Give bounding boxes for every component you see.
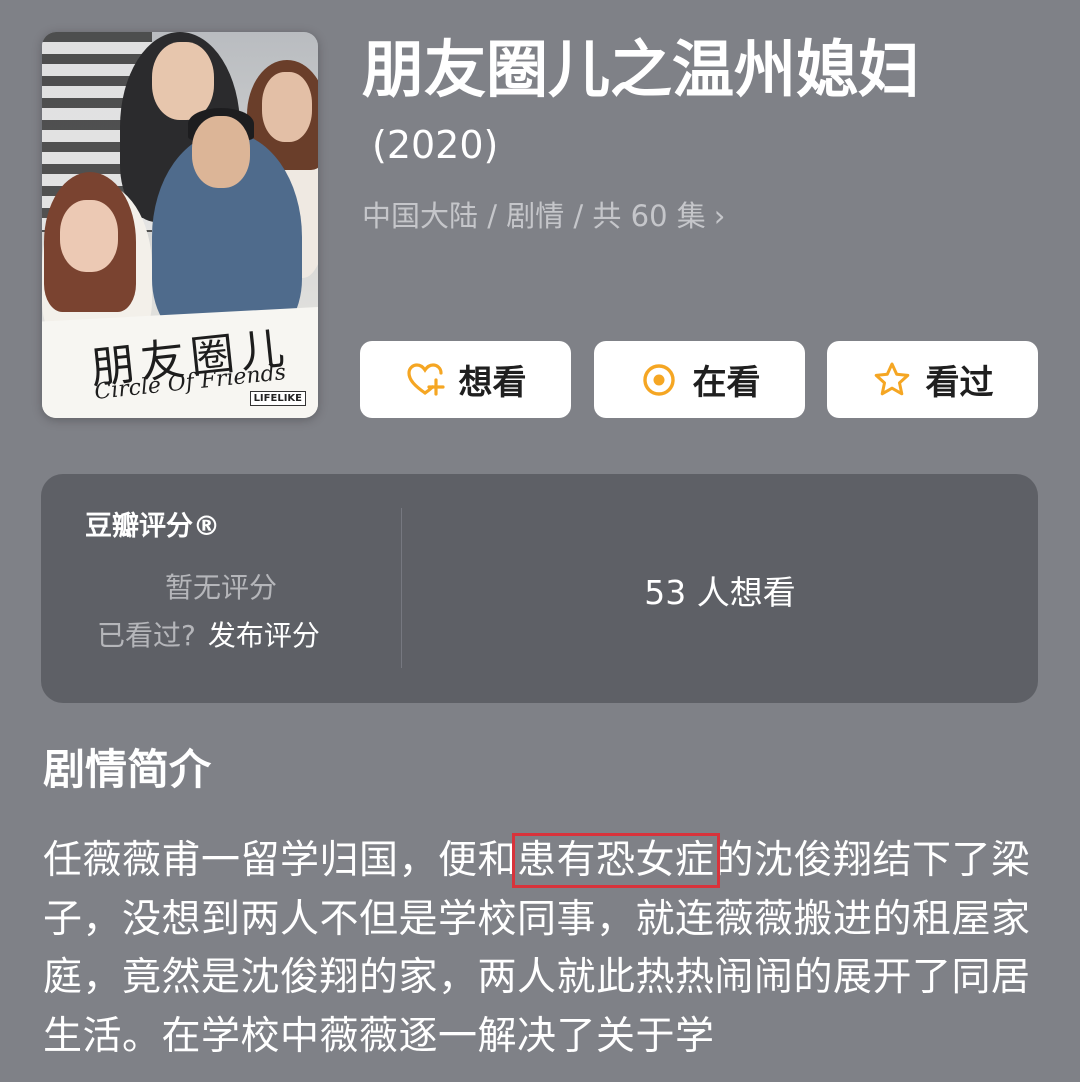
watching-button[interactable]: 在看 bbox=[594, 341, 805, 418]
heart-plus-icon bbox=[405, 360, 445, 400]
target-circle-icon bbox=[639, 360, 679, 400]
synopsis-text-before: 任薇薇甫一留学归国，便和 bbox=[43, 838, 518, 883]
show-title: 朋友圈儿之温州媳妇 bbox=[362, 33, 921, 106]
synopsis-text[interactable]: 任薇薇甫一留学归国，便和患有恐女症的沈俊翔结下了梁子，没想到两人不但是学校同事，… bbox=[43, 832, 1033, 1066]
highlighted-phrase: 患有恐女症 bbox=[512, 833, 720, 888]
want-count: 53 人想看 bbox=[644, 573, 796, 612]
poster-figure bbox=[192, 116, 250, 188]
poster-figure bbox=[262, 72, 312, 142]
watched-button-label: 看过 bbox=[925, 363, 994, 403]
seen-prompt: 已看过? bbox=[97, 619, 196, 652]
no-rating-text: 暂无评分 bbox=[164, 571, 277, 604]
poster-brand-logo: LIFELIKE bbox=[249, 391, 306, 406]
star-outline-icon bbox=[872, 360, 912, 400]
poster-figure bbox=[152, 42, 214, 120]
rating-card: 豆瓣评分® 暂无评分 已看过? 发布评分 53 人想看 bbox=[41, 474, 1038, 703]
watched-button[interactable]: 看过 bbox=[827, 341, 1038, 418]
douban-rating-label: 豆瓣评分® bbox=[85, 511, 220, 542]
want-button-label: 想看 bbox=[458, 363, 527, 403]
want-button[interactable]: 想看 bbox=[360, 341, 571, 418]
show-meta-text: 中国大陆 / 剧情 / 共 60 集 bbox=[362, 199, 706, 233]
watching-button-label: 在看 bbox=[692, 363, 761, 403]
publish-rating-link[interactable]: 发布评分 bbox=[208, 619, 320, 652]
synopsis-heading: 剧情简介 bbox=[43, 745, 212, 794]
chevron-right-icon: › bbox=[713, 199, 726, 233]
show-meta-link[interactable]: 中国大陆 / 剧情 / 共 60 集 › bbox=[362, 196, 725, 236]
show-year: (2020) bbox=[372, 123, 499, 167]
poster-image[interactable]: 朋友圈儿 Circle Of Friends LIFELIKE bbox=[42, 32, 318, 418]
rate-prompt: 已看过? 发布评分 bbox=[97, 614, 320, 654]
poster-figure bbox=[60, 200, 118, 272]
